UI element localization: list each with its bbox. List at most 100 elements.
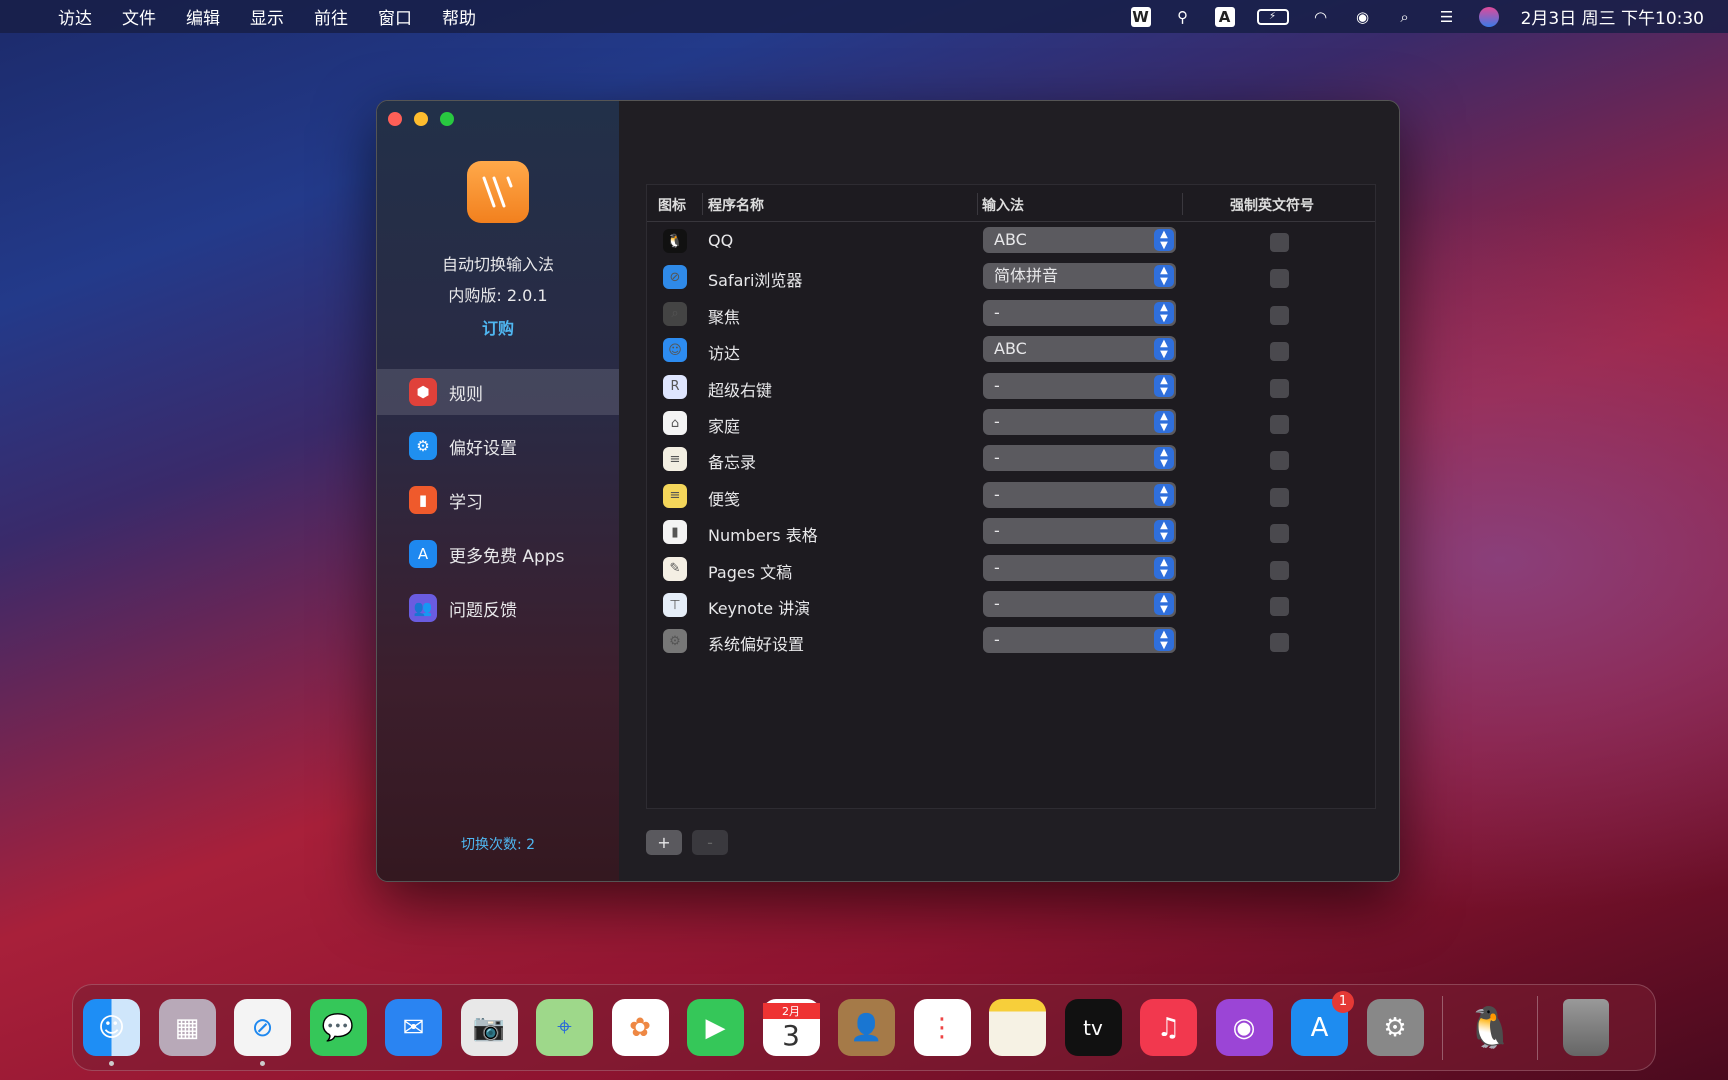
dock-contacts[interactable]: 👤 xyxy=(838,999,895,1056)
dock-music[interactable]: ♫ xyxy=(1140,999,1197,1056)
dock-trash[interactable] xyxy=(1563,999,1609,1056)
table-row[interactable]: 🐧 QQ ABC▲▼ xyxy=(647,223,1375,259)
input-method-popup[interactable]: - ▲▼ xyxy=(983,627,1176,653)
table-row[interactable]: ▮ Numbers 表格 -▲▼ xyxy=(647,514,1375,550)
header-name[interactable]: 程序名称 xyxy=(708,195,764,215)
input-method-popup[interactable]: -▲▼ xyxy=(983,373,1176,399)
app-status-icon[interactable]: W xyxy=(1131,7,1151,27)
force-english-checkbox[interactable] xyxy=(1270,379,1289,398)
dock-safari[interactable]: ⊘ xyxy=(234,999,291,1056)
dock-app-store[interactable]: A1 xyxy=(1291,999,1348,1056)
force-english-checkbox[interactable] xyxy=(1270,233,1289,252)
input-method-value: - xyxy=(994,485,1000,504)
sidebar-item-0[interactable]: ⬢规则 xyxy=(377,369,619,415)
input-method-popup[interactable]: -▲▼ xyxy=(983,409,1176,435)
control-center-icon[interactable]: ☰ xyxy=(1437,7,1457,27)
menu-finder[interactable]: 访达 xyxy=(58,4,92,29)
close-button[interactable] xyxy=(388,112,402,126)
input-method-value: - xyxy=(994,630,1000,649)
siri-icon[interactable] xyxy=(1479,7,1499,27)
force-english-checkbox[interactable] xyxy=(1270,342,1289,361)
main-panel: 图标 程序名称 输入法 强制英文符号 🐧 QQ ABC▲▼ ⊘ Safari浏览… xyxy=(619,101,1399,881)
dock-system-preferences[interactable]: ⚙ xyxy=(1367,999,1424,1056)
dock-apple-tv[interactable]: tv xyxy=(1065,999,1122,1056)
input-source-icon[interactable]: A xyxy=(1215,7,1235,27)
dock-facetime[interactable]: ▶ xyxy=(687,999,744,1056)
force-english-checkbox[interactable] xyxy=(1270,561,1289,580)
app-name: Safari浏览器 xyxy=(708,267,802,291)
dock-qq[interactable]: 🐧 xyxy=(1462,999,1519,1056)
sidebar-item-3[interactable]: A更多免费 Apps xyxy=(377,531,619,577)
minimize-button[interactable] xyxy=(414,112,428,126)
zoom-button[interactable] xyxy=(440,112,454,126)
table-row[interactable]: ⚙ 系统偏好设置 -▲▼ xyxy=(647,623,1375,659)
input-method-popup[interactable]: -▲▼ xyxy=(983,555,1176,581)
header-force-english[interactable]: 强制英文符号 xyxy=(1230,195,1314,215)
force-english-checkbox[interactable] xyxy=(1270,269,1289,288)
dock-calendar[interactable]: 2月3 xyxy=(763,999,820,1056)
input-method-popup[interactable]: -▲▼ xyxy=(983,591,1176,617)
battery-icon[interactable]: ⚡ xyxy=(1257,9,1289,25)
table-row[interactable]: ☺ 访达 ABC▲▼ xyxy=(647,332,1375,368)
input-method-popup[interactable]: -▲▼ xyxy=(983,518,1176,544)
wifi-icon[interactable]: ◠ xyxy=(1311,7,1331,27)
input-method-value: - xyxy=(994,376,1000,395)
add-button[interactable]: + xyxy=(646,830,682,855)
chevron-up-down-icon: ▲▼ xyxy=(1154,629,1174,651)
app-window: 自动切换输入法 内购版: 2.0.1 订购 ⬢规则⚙偏好设置▮学习A更多免费 A… xyxy=(376,100,1400,882)
dock-screenshot[interactable]: 📷 xyxy=(461,999,518,1056)
dock-photos[interactable]: ✿ xyxy=(612,999,669,1056)
force-english-checkbox[interactable] xyxy=(1270,524,1289,543)
dock-messages[interactable]: 💬 xyxy=(310,999,367,1056)
dock-launchpad[interactable]: ▦ xyxy=(159,999,216,1056)
subscribe-link[interactable]: 订购 xyxy=(377,315,619,339)
search-icon[interactable]: ⌕ xyxy=(1395,7,1415,27)
app-icon: ⌂ xyxy=(663,411,687,435)
menu-view[interactable]: 显示 xyxy=(250,4,284,29)
sidebar-item-4[interactable]: 👥问题反馈 xyxy=(377,585,619,631)
input-method-popup[interactable]: -▲▼ xyxy=(983,445,1176,471)
table-row[interactable]: ⌕ 聚焦 -▲▼ xyxy=(647,296,1375,332)
lock-status-icon[interactable]: ⚲ xyxy=(1173,7,1193,27)
input-method-popup[interactable]: -▲▼ xyxy=(983,300,1176,326)
menu-window[interactable]: 窗口 xyxy=(378,4,412,29)
dock-mail[interactable]: ✉ xyxy=(385,999,442,1056)
chevron-up-down-icon: ▲▼ xyxy=(1154,447,1174,469)
table-row[interactable]: ✎ Pages 文稿 -▲▼ xyxy=(647,551,1375,587)
header-icon[interactable]: 图标 xyxy=(658,195,686,215)
dock-podcasts[interactable]: ◉ xyxy=(1216,999,1273,1056)
force-english-checkbox[interactable] xyxy=(1270,633,1289,652)
dock-notes[interactable] xyxy=(989,999,1046,1056)
force-english-checkbox[interactable] xyxy=(1270,415,1289,434)
input-method-popup[interactable]: ABC▲▼ xyxy=(983,227,1176,253)
header-ime[interactable]: 输入法 xyxy=(982,195,1024,215)
clock[interactable]: 2月3日 周三 下午10:30 xyxy=(1521,4,1704,29)
input-method-popup[interactable]: -▲▼ xyxy=(983,482,1176,508)
sidebar-item-label: 更多免费 Apps xyxy=(449,542,564,567)
table-row[interactable]: ⌂ 家庭 -▲▼ xyxy=(647,405,1375,441)
table-row[interactable]: R 超级右键 -▲▼ xyxy=(647,369,1375,405)
user-icon[interactable]: ◉ xyxy=(1353,7,1373,27)
menu-help[interactable]: 帮助 xyxy=(442,4,476,29)
table-row[interactable]: ≡ 便笺 -▲▼ xyxy=(647,478,1375,514)
force-english-checkbox[interactable] xyxy=(1270,488,1289,507)
sidebar-item-1[interactable]: ⚙偏好设置 xyxy=(377,423,619,469)
remove-button[interactable]: - xyxy=(692,830,728,855)
table-row[interactable]: ⊤ Keynote 讲演 -▲▼ xyxy=(647,587,1375,623)
app-name: Pages 文稿 xyxy=(708,559,792,583)
menu-file[interactable]: 文件 xyxy=(122,4,156,29)
input-method-popup[interactable]: 简体拼音▲▼ xyxy=(983,263,1176,289)
sidebar-item-2[interactable]: ▮学习 xyxy=(377,477,619,523)
table-row[interactable]: ≡ 备忘录 -▲▼ xyxy=(647,441,1375,477)
dock-finder[interactable]: ☺ xyxy=(83,999,140,1056)
table-row[interactable]: ⊘ Safari浏览器 简体拼音▲▼ xyxy=(647,259,1375,295)
force-english-checkbox[interactable] xyxy=(1270,306,1289,325)
dock-reminders[interactable]: ⋮ xyxy=(914,999,971,1056)
menu-go[interactable]: 前往 xyxy=(314,4,348,29)
input-method-popup[interactable]: ABC▲▼ xyxy=(983,336,1176,362)
dock-maps[interactable]: ⌖ xyxy=(536,999,593,1056)
force-english-checkbox[interactable] xyxy=(1270,597,1289,616)
force-english-checkbox[interactable] xyxy=(1270,451,1289,470)
app-name: 系统偏好设置 xyxy=(708,631,804,655)
menu-edit[interactable]: 编辑 xyxy=(186,4,220,29)
